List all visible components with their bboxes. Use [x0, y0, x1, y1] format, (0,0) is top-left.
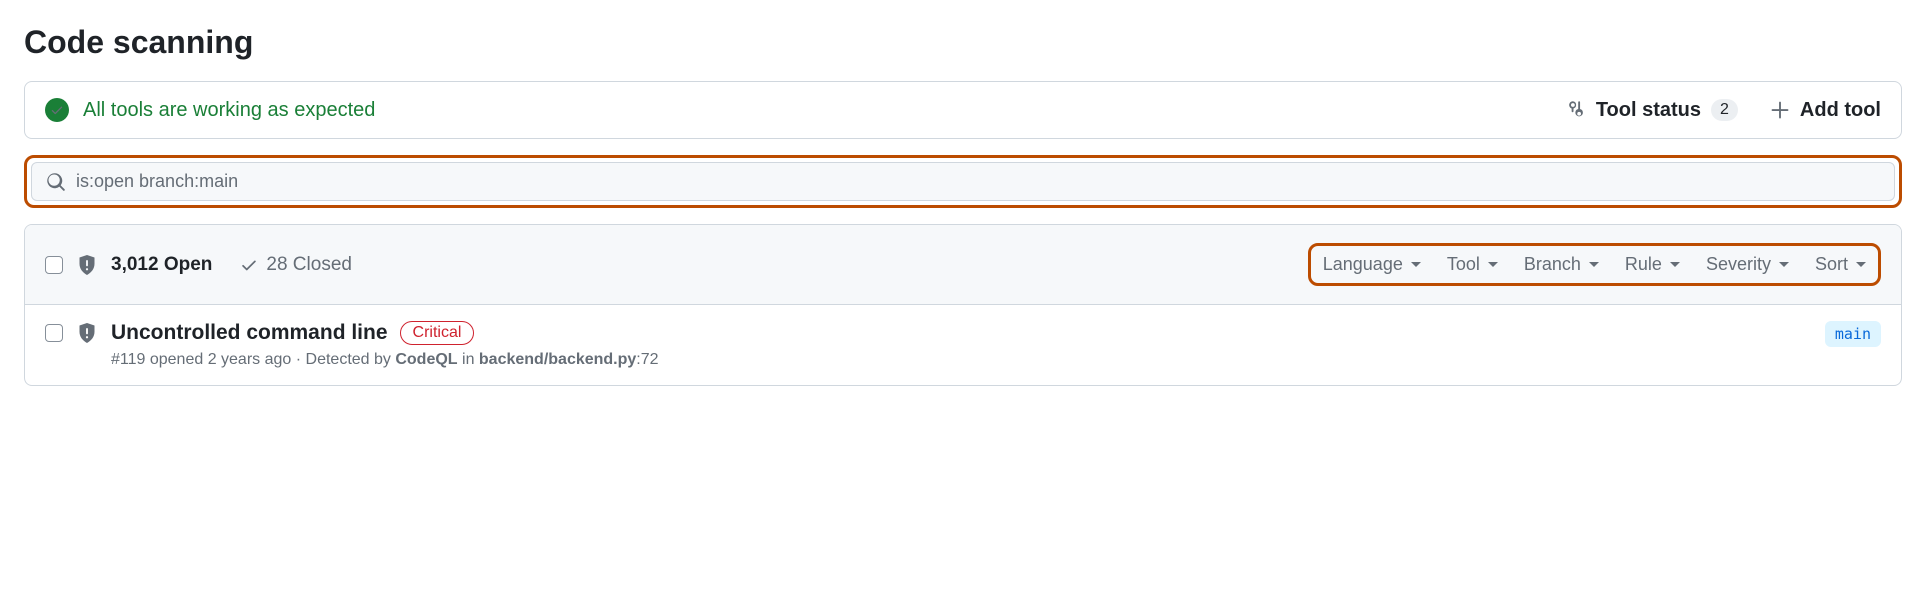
list-header-left: 3,012 Open 28 Closed — [45, 254, 352, 276]
alert-meta-mid: in — [458, 351, 479, 368]
tool-status-label: Tool status — [1596, 99, 1701, 122]
alert-title[interactable]: Uncontrolled command line — [111, 321, 388, 345]
open-count[interactable]: 3,012 Open — [111, 254, 212, 276]
shield-alert-icon — [77, 323, 97, 343]
alert-meta: #119 opened 2 years ago · Detected by Co… — [111, 351, 1811, 369]
check-icon — [240, 256, 258, 274]
alert-main: Uncontrolled command line Critical #119 … — [111, 321, 1811, 369]
alert-meta-prefix: #119 opened 2 years ago · Detected by — [111, 351, 395, 368]
severity-badge: Critical — [400, 321, 475, 345]
check-circle-icon — [45, 98, 69, 122]
filter-sort[interactable]: Sort — [1815, 254, 1866, 275]
alert-row[interactable]: Uncontrolled command line Critical #119 … — [25, 305, 1901, 385]
shield-alert-icon — [77, 255, 97, 275]
closed-count-label: 28 Closed — [266, 254, 352, 276]
filter-severity[interactable]: Severity — [1706, 254, 1789, 275]
add-tool-label: Add tool — [1800, 99, 1881, 122]
status-actions: Tool status 2 Add tool — [1566, 99, 1881, 122]
search-icon — [46, 172, 66, 192]
tools-icon — [1566, 100, 1586, 120]
alert-file: backend/backend.py — [479, 351, 636, 368]
alert-row-controls — [45, 321, 97, 343]
status-left: All tools are working as expected — [45, 98, 375, 122]
search-input[interactable] — [76, 171, 1880, 192]
plus-icon — [1770, 100, 1790, 120]
status-bar: All tools are working as expected Tool s… — [24, 81, 1902, 139]
filter-branch[interactable]: Branch — [1524, 254, 1599, 275]
page-title: Code scanning — [24, 24, 1902, 61]
search-highlight — [24, 155, 1902, 208]
alert-line: :72 — [636, 351, 658, 368]
tool-status-count: 2 — [1711, 99, 1738, 121]
tool-status-button[interactable]: Tool status 2 — [1566, 99, 1738, 122]
filter-language[interactable]: Language — [1323, 254, 1421, 275]
alert-checkbox[interactable] — [45, 324, 63, 342]
alert-tool: CodeQL — [395, 351, 457, 368]
filter-rule[interactable]: Rule — [1625, 254, 1680, 275]
alerts-list: 3,012 Open 28 Closed Language Tool Branc… — [24, 224, 1902, 386]
status-message: All tools are working as expected — [83, 99, 375, 122]
search-container — [31, 162, 1895, 201]
filter-tool[interactable]: Tool — [1447, 254, 1498, 275]
closed-count[interactable]: 28 Closed — [240, 254, 352, 276]
branch-tag[interactable]: main — [1825, 321, 1881, 347]
add-tool-button[interactable]: Add tool — [1770, 99, 1881, 122]
list-header: 3,012 Open 28 Closed Language Tool Branc… — [25, 225, 1901, 305]
filters-highlight: Language Tool Branch Rule Severity Sort — [1308, 243, 1881, 286]
select-all-checkbox[interactable] — [45, 256, 63, 274]
alert-title-line: Uncontrolled command line Critical — [111, 321, 1811, 345]
